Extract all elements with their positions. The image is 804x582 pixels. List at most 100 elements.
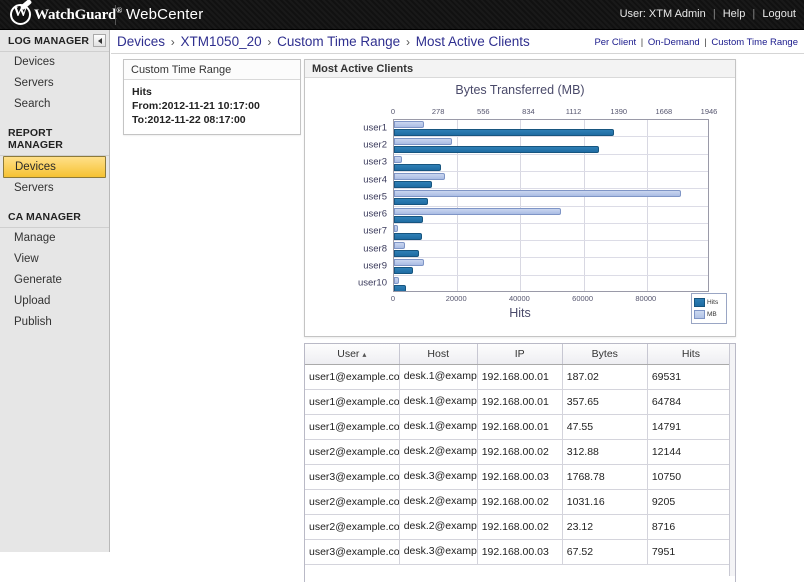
table-cell-user: user2@example.co bbox=[305, 439, 400, 465]
time-range-to: To:2012-11-22 08:17:00 bbox=[132, 114, 246, 126]
chart-bar-mb bbox=[394, 242, 405, 250]
table-row[interactable]: user1@example.codesk.1@example.com192.16… bbox=[305, 389, 735, 415]
chart-category-labels: user1 user2 user3 user4 user5 user6 user7 user8… bbox=[305, 119, 391, 292]
report-view-links: Per Client | On-Demand | Custom Time Ran… bbox=[594, 37, 798, 48]
table-cell-user: user2@example.co bbox=[305, 514, 400, 540]
table-cell-user: user1@example.co bbox=[305, 364, 400, 390]
breadcrumb-sep-2: › bbox=[405, 35, 410, 49]
top-axis-tick: 0 bbox=[390, 107, 396, 116]
bottom-axis-tick: 20000 bbox=[445, 294, 467, 303]
table-scrollbar[interactable] bbox=[729, 344, 735, 582]
table-cell-host: desk.1@example.com bbox=[399, 414, 478, 440]
breadcrumb-item-3: Most Active Clients bbox=[415, 34, 530, 49]
user-menu-zone: User: XTM Admin | Help | Logout bbox=[620, 8, 796, 20]
link-per-client[interactable]: Per Client bbox=[594, 37, 636, 48]
table-row[interactable]: user2@example.codesk.2@example.com192.16… bbox=[305, 489, 735, 515]
table-cell-hits: 8716 bbox=[647, 514, 735, 540]
sidebar-item-ca-view[interactable]: View bbox=[0, 249, 109, 270]
table-cell-host: desk.2@example.com bbox=[399, 439, 478, 465]
sidebar-collapse-button[interactable] bbox=[93, 34, 106, 47]
sidebar-item-log-servers[interactable]: Servers bbox=[0, 73, 109, 94]
chart-category-label: user8 bbox=[363, 243, 387, 255]
main-content: Devices › XTM1050_20 › Custom Time Range… bbox=[111, 30, 804, 582]
table-cell-ip: 192.168.00.02 bbox=[477, 514, 563, 540]
chart-category-label: user7 bbox=[363, 225, 387, 237]
chart-panel-header: Most Active Clients bbox=[305, 60, 735, 78]
table-cell-user: user1@example.co bbox=[305, 414, 400, 440]
legend-swatch-hits bbox=[694, 298, 705, 307]
sidebar-item-ca-generate[interactable]: Generate bbox=[0, 270, 109, 291]
table-row[interactable]: user2@example.codesk.2@example.com192.16… bbox=[305, 439, 735, 465]
nav-group-title-report-manager: REPORT MANAGER bbox=[0, 122, 109, 156]
logout-link[interactable]: Logout bbox=[762, 8, 796, 20]
table-cell-host: desk.2@example.com bbox=[399, 514, 478, 540]
nav-group-ca-manager: CA MANAGER Manage View Generate Upload P… bbox=[0, 206, 109, 333]
sidebar-item-ca-publish[interactable]: Publish bbox=[0, 312, 109, 333]
chart-bar-mb bbox=[394, 207, 562, 215]
top-axis-tick: 834 bbox=[522, 107, 535, 116]
sidebar-item-ca-upload[interactable]: Upload bbox=[0, 291, 109, 312]
top-axis-tick: 278 bbox=[431, 107, 445, 116]
legend-entry-hits: Hits bbox=[694, 297, 724, 308]
link-custom-time-range[interactable]: Custom Time Range bbox=[711, 37, 798, 48]
table-row[interactable]: user1@example.codesk.1@example.com192.16… bbox=[305, 414, 735, 440]
sidebar-item-log-search[interactable]: Search bbox=[0, 94, 109, 115]
breadcrumb-item-0[interactable]: Devices bbox=[117, 34, 165, 49]
table-cell-hits: 64784 bbox=[647, 389, 735, 415]
chart-bar-group bbox=[394, 242, 708, 259]
brand-name: WatchGuard® bbox=[34, 5, 122, 23]
table-cell-user: user3@example.co bbox=[305, 464, 400, 490]
top-axis-tick: 1668 bbox=[655, 107, 673, 116]
watchguard-logo[interactable]: WatchGuard® bbox=[10, 4, 122, 25]
table-col-bytes[interactable]: Bytes bbox=[562, 344, 648, 365]
table-row[interactable]: user1@example.codesk.1@example.com192.16… bbox=[305, 364, 735, 390]
time-range-from: From:2012-11-21 10:17:00 bbox=[132, 100, 260, 112]
help-link[interactable]: Help bbox=[723, 8, 746, 20]
table-col-ip[interactable]: IP bbox=[477, 344, 563, 365]
chart-category-label: user1 bbox=[363, 122, 387, 134]
table-col-user[interactable]: User ▴ bbox=[305, 344, 400, 365]
sidebar-item-ca-manage[interactable]: Manage bbox=[0, 228, 109, 249]
table-cell-hits: 69531 bbox=[647, 364, 735, 390]
bottom-axis-tick: 0 bbox=[390, 294, 396, 303]
chart-bar-mb bbox=[394, 224, 398, 232]
chart-category-label: user3 bbox=[363, 156, 387, 168]
chart-bar-group bbox=[394, 172, 708, 190]
table-cell-user: user2@example.co bbox=[305, 489, 400, 515]
chart-bar-group bbox=[394, 224, 708, 242]
breadcrumb-item-2[interactable]: Custom Time Range bbox=[277, 34, 400, 49]
chart-bar-hits bbox=[394, 163, 441, 171]
chart-bar-hits bbox=[394, 267, 414, 275]
time-range-metric: Hits bbox=[132, 86, 152, 98]
table-col-host[interactable]: Host bbox=[399, 344, 478, 365]
table-row[interactable]: user3@example.codesk.3@example.com192.16… bbox=[305, 464, 735, 490]
breadcrumb-item-1[interactable]: XTM1050_20 bbox=[181, 34, 262, 49]
chart-bar-hits bbox=[394, 129, 614, 136]
table-cell-bytes: 1031.16 bbox=[562, 489, 648, 515]
sidebar-item-report-servers[interactable]: Servers bbox=[0, 178, 109, 199]
app-root: WatchGuard® WebCenter User: XTM Admin | … bbox=[0, 0, 804, 582]
table-cell-host: desk.2@example.com bbox=[399, 489, 478, 515]
table-col-hits[interactable]: Hits bbox=[647, 344, 735, 365]
sidebar-item-report-devices[interactable]: Devices bbox=[3, 156, 106, 178]
breadcrumb-sep-1: › bbox=[267, 35, 272, 49]
breadcrumb-bar: Devices › XTM1050_20 › Custom Time Range… bbox=[111, 30, 804, 54]
header-sep-1: | bbox=[712, 8, 716, 20]
chart-bar-group bbox=[394, 155, 708, 173]
table-cell-bytes: 1768.78 bbox=[562, 464, 648, 490]
chart-top-axis: 0 278 556 834 1112 1390 1668 1946 bbox=[305, 105, 735, 119]
chart-bar-group bbox=[394, 190, 708, 207]
chart-legend: Hits MB bbox=[691, 293, 727, 324]
watchguard-logo-icon bbox=[10, 4, 31, 25]
breadcrumb: Devices › XTM1050_20 › Custom Time Range… bbox=[117, 34, 530, 49]
sidebar-item-log-devices[interactable]: Devices bbox=[0, 52, 109, 73]
header-divider bbox=[115, 5, 116, 25]
chart-category-label: user10 bbox=[357, 277, 387, 289]
nav-group-report-manager: REPORT MANAGER Devices Servers bbox=[0, 122, 109, 199]
toolbar-sep-1: | bbox=[704, 37, 707, 48]
table-row[interactable]: user2@example.codesk.2@example.com192.16… bbox=[305, 514, 735, 540]
chart-bar-hits bbox=[394, 180, 433, 188]
table-cell-bytes: 23.12 bbox=[562, 514, 648, 540]
link-on-demand[interactable]: On-Demand bbox=[648, 37, 700, 48]
nav-spacer-2 bbox=[0, 199, 109, 206]
